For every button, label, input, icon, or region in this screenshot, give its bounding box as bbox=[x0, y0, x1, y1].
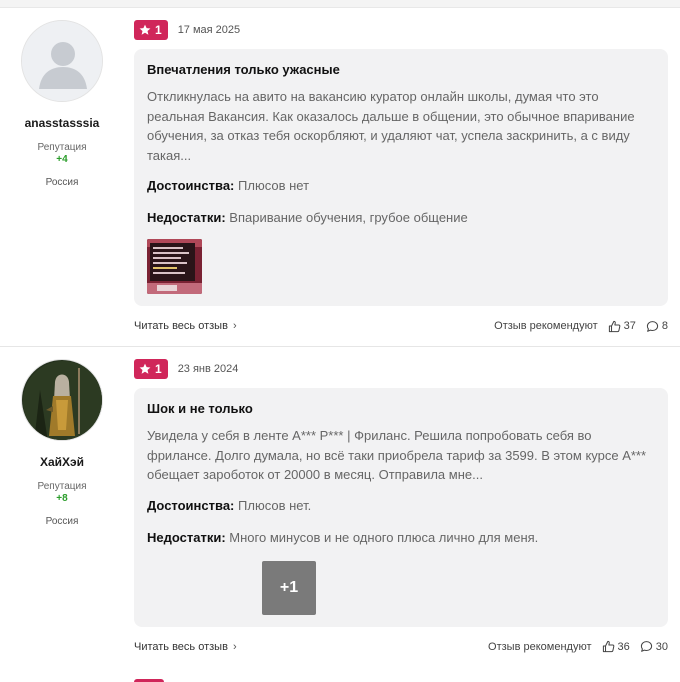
comments-button[interactable]: 8 bbox=[646, 320, 668, 333]
comment-icon bbox=[646, 320, 658, 332]
pros-text: Плюсов нет. bbox=[238, 497, 312, 513]
review-meta: 1 17 мая 2025 bbox=[134, 20, 668, 40]
star-icon bbox=[139, 363, 151, 374]
review-card: anasstasssia Репутация +4 Россия 1 17 ма… bbox=[0, 8, 680, 346]
pros-label: Достоинства: bbox=[147, 178, 235, 193]
pros-label: Достоинства: bbox=[147, 497, 235, 513]
read-full-review-link[interactable]: Читать весь отзыв › bbox=[134, 641, 237, 653]
author-country: Россия bbox=[45, 516, 79, 527]
author-name[interactable]: anasstasssia bbox=[20, 116, 104, 130]
read-full-review-label: Читать весь отзыв bbox=[134, 640, 228, 653]
author-name[interactable]: ХайХэй bbox=[20, 455, 104, 469]
cons-text: Впаривание обучения, грубое общение bbox=[229, 210, 468, 225]
review-cons: Недостатки: Много минусов и не одного пл… bbox=[147, 529, 656, 547]
cons-label: Недостатки: bbox=[147, 210, 226, 225]
cons-text: Много минусов и не одного плюса лично дл… bbox=[229, 529, 539, 545]
review-pros: Достоинства: Плюсов нет bbox=[147, 177, 656, 195]
more-photos-button[interactable]: +1 bbox=[262, 560, 316, 615]
pros-text: Плюсов нет bbox=[238, 178, 310, 193]
star-icon bbox=[139, 24, 151, 35]
screenshot-thumbnail-image bbox=[147, 239, 202, 294]
chevron-right-icon: › bbox=[232, 640, 237, 653]
like-button[interactable]: 37 bbox=[608, 320, 636, 333]
review-footer: Читать весь отзыв › Отзыв рекомендуют 37… bbox=[134, 316, 668, 336]
comment-count: 30 bbox=[655, 640, 668, 653]
review-author: ХайХэй Репутация +8 Россия bbox=[20, 359, 104, 527]
review-footer: Читать весь отзыв › Отзыв рекомендуют 36… bbox=[134, 637, 668, 657]
rating-badge: 1 bbox=[134, 20, 168, 40]
review-content: 1 23 янв 2024 Шок и не только Увидела у … bbox=[134, 359, 668, 657]
like-button[interactable]: 36 bbox=[602, 640, 630, 653]
reputation-value: +8 bbox=[56, 493, 68, 504]
review-body[interactable]: Шок и не только Увидела у себя в ленте А… bbox=[134, 388, 668, 627]
reputation-value: +4 bbox=[56, 154, 68, 165]
read-full-review-link[interactable]: Читать весь отзыв › bbox=[134, 320, 237, 332]
review-pros: Достоинства: Плюсов нет. bbox=[147, 497, 656, 515]
like-count: 37 bbox=[623, 320, 636, 332]
author-country: Россия bbox=[45, 177, 79, 188]
comments-button[interactable]: 30 bbox=[640, 640, 668, 653]
reputation-label: Репутация bbox=[37, 142, 87, 153]
user-avatar-image bbox=[22, 360, 102, 440]
recommend-label: Отзыв рекомендуют bbox=[494, 320, 598, 332]
cons-label: Недостатки: bbox=[147, 529, 226, 545]
review-cons: Недостатки: Впаривание обучения, грубое … bbox=[147, 209, 656, 227]
rating-value: 1 bbox=[155, 23, 162, 37]
like-count: 36 bbox=[617, 640, 630, 653]
review-photo-thumbnail[interactable] bbox=[147, 239, 202, 294]
review-body[interactable]: Впечатления только ужасные Откликнулась … bbox=[134, 49, 668, 306]
comment-count: 8 bbox=[661, 320, 668, 332]
thumbs-up-icon bbox=[608, 320, 620, 332]
top-divider bbox=[0, 0, 680, 8]
chevron-right-icon: › bbox=[232, 320, 237, 332]
default-avatar-icon bbox=[22, 21, 102, 101]
rating-badge: 1 bbox=[134, 359, 168, 379]
review-excerpt: Увидела у себя в ленте А*** Р*** | Фрила… bbox=[147, 428, 647, 482]
read-full-review-label: Читать весь отзыв bbox=[134, 320, 228, 332]
reputation-label: Репутация bbox=[37, 481, 87, 492]
rating-value: 1 bbox=[155, 362, 162, 376]
review-date: 17 мая 2025 bbox=[177, 24, 241, 36]
review-excerpt: Откликнулась на авито на вакансию курато… bbox=[147, 89, 635, 163]
review-title[interactable]: Впечатления только ужасные bbox=[147, 61, 656, 79]
recommend-label: Отзыв рекомендуют bbox=[488, 640, 592, 653]
review-author: anasstasssia Репутация +4 Россия bbox=[20, 20, 104, 188]
review-content: 1 17 мая 2025 Впечатления только ужасные… bbox=[134, 20, 668, 336]
avatar[interactable] bbox=[21, 20, 103, 102]
review-card: ХайХэй Репутация +8 Россия 1 23 янв 2024… bbox=[0, 347, 680, 669]
comment-icon bbox=[640, 641, 652, 652]
review-meta: 1 23 янв 2024 bbox=[134, 359, 668, 379]
review-title[interactable]: Шок и не только bbox=[147, 400, 656, 418]
review-actions: Отзыв рекомендуют 36 30 bbox=[488, 640, 668, 653]
avatar[interactable] bbox=[21, 359, 103, 441]
review-date: 23 янв 2024 bbox=[177, 363, 239, 375]
review-actions: Отзыв рекомендуют 37 8 bbox=[494, 320, 668, 333]
thumbs-up-icon bbox=[602, 640, 614, 653]
